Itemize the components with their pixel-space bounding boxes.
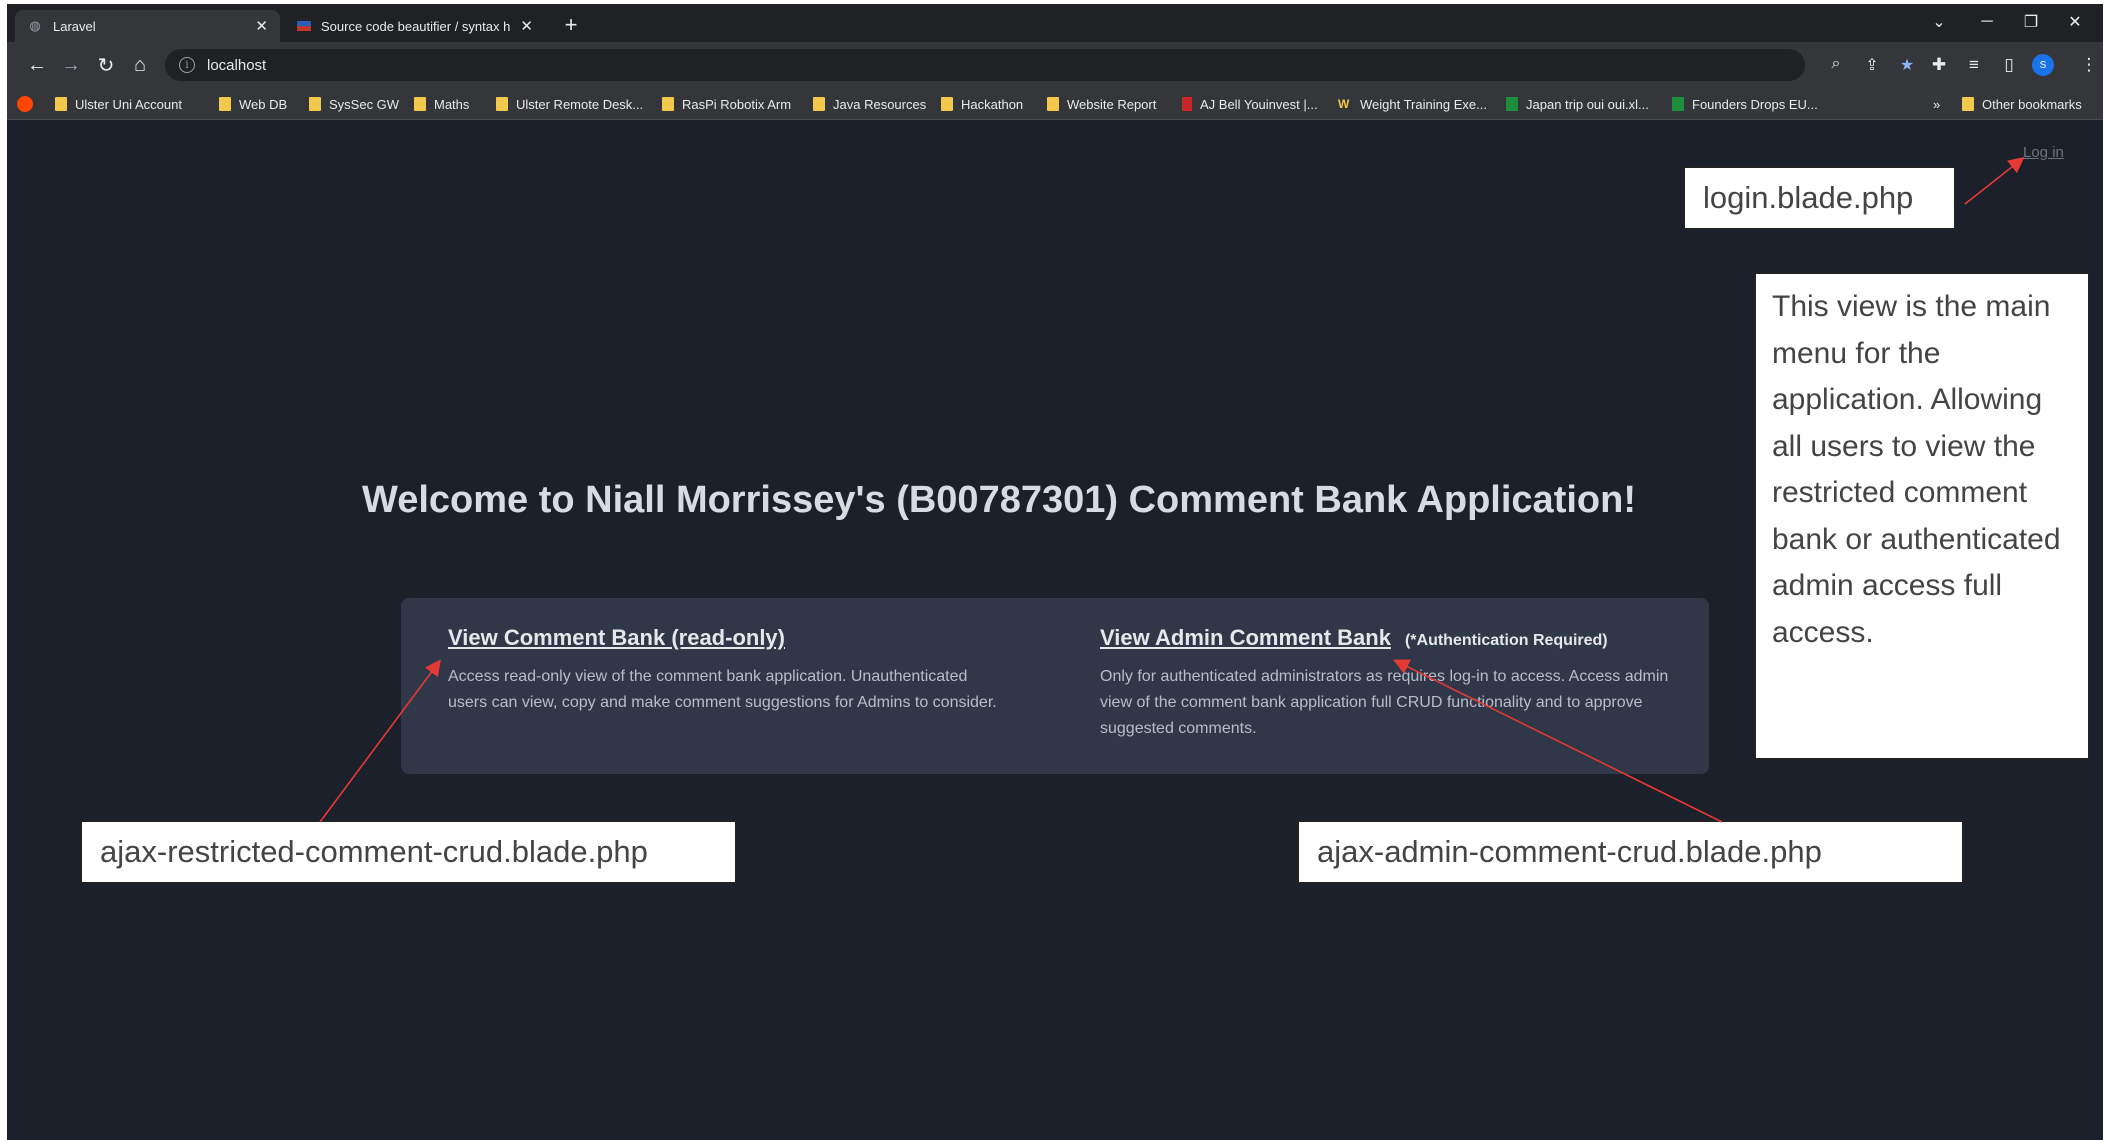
tab-title: Laravel <box>53 18 96 34</box>
bookmark-label: Maths <box>434 96 470 112</box>
globe-icon: ◍ <box>29 18 41 33</box>
folder-icon <box>941 97 953 111</box>
login-link[interactable]: Log in <box>2023 144 2064 161</box>
other-bookmarks-label: Other bookmarks <box>1982 96 2082 112</box>
folder-icon <box>414 97 426 111</box>
tab-search-icon[interactable]: ⌄ <box>1917 6 1961 38</box>
navigation-card: View Comment Bank (read-only) Access rea… <box>401 598 1709 774</box>
bookmark-label: Founders Drops EU... <box>1692 96 1818 112</box>
bookmark-label: Web DB <box>239 96 288 112</box>
bookmark-item[interactable]: Maths <box>414 95 469 113</box>
close-tab-icon[interactable]: ✕ <box>520 17 533 35</box>
auth-required-note: (*Authentication Required) <box>1404 632 1608 649</box>
ajbell-icon <box>1182 97 1192 111</box>
back-icon[interactable]: ← <box>21 49 53 81</box>
folder-icon <box>1047 97 1059 111</box>
side-panel-icon[interactable]: ▯ <box>1997 55 2021 75</box>
forward-icon[interactable]: → <box>55 49 87 81</box>
bookmark-item[interactable]: Japan trip oui oui.xl... <box>1506 95 1649 113</box>
admin-comment-bank-link[interactable]: View Admin Comment Bank <box>1100 625 1391 651</box>
tab-strip: ◍ Laravel ✕ Source code beautifier / syn… <box>7 4 2103 42</box>
close-window-button[interactable]: ✕ <box>2053 6 2097 38</box>
folder-icon <box>219 97 231 111</box>
callout-admin: ajax-admin-comment-crud.blade.php <box>1297 820 1964 884</box>
sheets-icon <box>1506 97 1518 111</box>
minimize-button[interactable]: ─ <box>1965 6 2009 38</box>
share-icon[interactable]: ⇪ <box>1861 55 1883 75</box>
bookmark-item[interactable]: Ulster Remote Desk... <box>496 95 643 113</box>
url-text: localhost <box>207 56 267 74</box>
bookmark-item[interactable]: Ulster Uni Account <box>55 95 182 113</box>
bookmark-item[interactable]: Hackathon <box>941 95 1023 113</box>
bookmark-label: Japan trip oui oui.xl... <box>1526 96 1649 112</box>
bookmark-label: Website Report <box>1067 96 1157 112</box>
tab-title: Source code beautifier / syntax h <box>321 18 511 34</box>
bookmark-item[interactable]: Web DB <box>219 95 287 113</box>
readonly-comment-bank-link[interactable]: View Comment Bank (read-only) <box>448 625 785 651</box>
reading-list-icon[interactable]: ≡ <box>1962 55 1986 75</box>
bookmark-label: Hackathon <box>961 96 1024 112</box>
bookmark-item[interactable]: Website Report <box>1047 95 1156 113</box>
browser-toolbar: ← → ↻ ⌂ i localhost ⌕ ⇪ ★ ✚ ≡ ▯ S ⋮ <box>7 42 2103 88</box>
folder-icon <box>1962 97 1974 111</box>
bookmark-label: Ulster Uni Account <box>75 96 182 112</box>
bookmark-item[interactable]: SysSec GW <box>309 95 399 113</box>
bookmarks-bar: » Other bookmarks Ulster Uni Account Web … <box>7 88 2103 120</box>
info-icon[interactable]: i <box>179 57 195 73</box>
profile-avatar[interactable]: S <box>2032 54 2054 76</box>
bookmark-label: Ulster Remote Desk... <box>516 96 644 112</box>
readonly-section: View Comment Bank (read-only) Access rea… <box>448 625 1008 716</box>
restore-button[interactable]: ❐ <box>2009 6 2053 38</box>
home-icon[interactable]: ⌂ <box>124 49 156 81</box>
folder-icon <box>55 97 67 111</box>
bookmark-label: SysSec GW <box>329 96 400 112</box>
menu-icon[interactable]: ⋮ <box>2077 55 2101 75</box>
admin-description: Only for authenticated administrators as… <box>1100 668 1669 737</box>
folder-icon <box>496 97 508 111</box>
callout-restricted: ajax-restricted-comment-crud.blade.php <box>80 820 737 884</box>
folder-icon <box>662 97 674 111</box>
folder-icon <box>813 97 825 111</box>
folder-icon <box>309 97 321 111</box>
new-tab-button[interactable]: + <box>555 10 587 40</box>
page-title-text: Welcome to Niall Morrissey's (B00787301)… <box>362 479 1636 521</box>
bookmarks-overflow[interactable]: » <box>1933 95 1940 113</box>
address-bar[interactable]: i localhost ⌕ ⇪ ★ <box>165 49 1914 81</box>
w-icon: W <box>1338 97 1350 111</box>
close-tab-icon[interactable]: ✕ <box>255 17 268 35</box>
callout-main-menu: This view is the main menu for the appli… <box>1754 272 2090 760</box>
sheets-icon <box>1672 97 1684 111</box>
tab-source-beautifier[interactable]: Source code beautifier / syntax h ✕ <box>285 10 545 42</box>
tab-laravel[interactable]: ◍ Laravel ✕ <box>15 10 280 42</box>
other-bookmarks[interactable]: Other bookmarks <box>1962 95 2082 113</box>
bookmark-item[interactable]: RasPi Robotix Arm <box>662 95 791 113</box>
bookmark-item[interactable]: W Weight Training Exe... <box>1338 95 1487 113</box>
bookmark-label: AJ Bell Youinvest |... <box>1200 96 1318 112</box>
site-favicon-icon <box>297 21 311 31</box>
reddit-bookmark-icon[interactable] <box>17 95 33 113</box>
bookmark-item[interactable]: AJ Bell Youinvest |... <box>1182 95 1318 113</box>
bookmark-star-icon[interactable]: ★ <box>1896 55 1918 75</box>
bookmark-item[interactable]: Java Resources <box>813 95 926 113</box>
zoom-icon[interactable]: ⌕ <box>1825 55 1847 73</box>
readonly-description: Access read-only view of the comment ban… <box>448 668 997 711</box>
bookmark-label: RasPi Robotix Arm <box>682 96 792 112</box>
bookmark-item[interactable]: Founders Drops EU... <box>1672 95 1818 113</box>
extensions-icon[interactable]: ✚ <box>1927 55 1951 75</box>
callout-login: login.blade.php <box>1683 166 1956 230</box>
bookmark-label: Weight Training Exe... <box>1360 96 1487 112</box>
admin-section: View Admin Comment Bank (*Authentication … <box>1100 625 1680 742</box>
bookmark-label: Java Resources <box>833 96 927 112</box>
reload-icon[interactable]: ↻ <box>90 49 122 81</box>
